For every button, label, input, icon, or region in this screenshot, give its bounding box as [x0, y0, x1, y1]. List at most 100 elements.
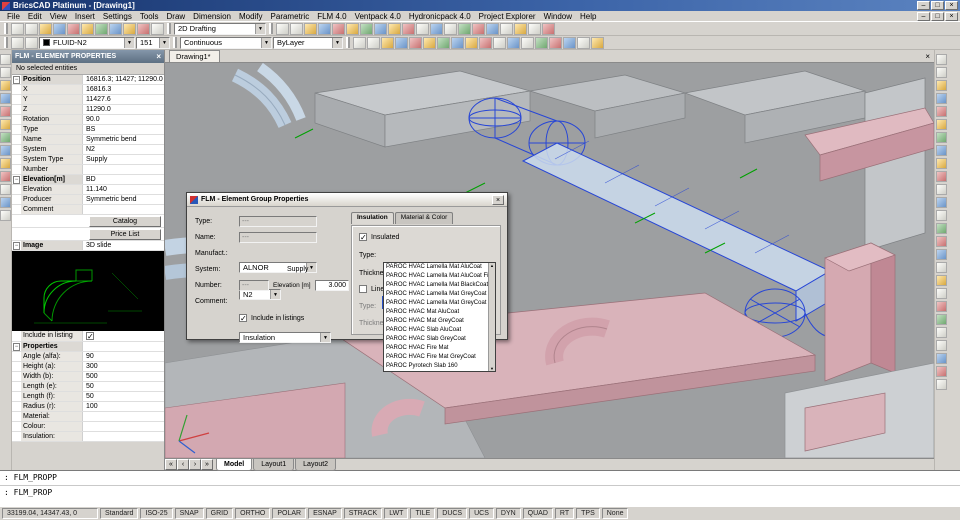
property-row[interactable]: X 16816.3: [12, 85, 164, 95]
property-row[interactable]: Length (e): 50: [12, 382, 164, 392]
duct-icon[interactable]: [936, 54, 947, 65]
save-icon[interactable]: [39, 22, 52, 35]
tool-icon[interactable]: [500, 22, 513, 35]
property-value[interactable]: Supply: [83, 155, 164, 165]
tool-icon[interactable]: [409, 36, 422, 49]
menu-item[interactable]: Dimension: [189, 11, 235, 22]
move-icon[interactable]: [0, 171, 11, 182]
property-value[interactable]: 300: [83, 362, 164, 372]
tool-icon[interactable]: [465, 36, 478, 49]
dropdown-scrollbar[interactable]: [488, 263, 495, 371]
tool-icon[interactable]: [437, 36, 450, 49]
property-row[interactable]: Producer Symmetric bend: [12, 195, 164, 205]
include-listing-checkbox[interactable]: [86, 332, 94, 340]
tool-icon[interactable]: [395, 36, 408, 49]
tool-icon[interactable]: [472, 22, 485, 35]
print-icon[interactable]: [53, 22, 66, 35]
status-toggle[interactable]: LWT: [384, 508, 409, 519]
named-view-icon[interactable]: [332, 22, 345, 35]
dropdown-option[interactable]: PAROC HVAC Mat AluCoat: [384, 308, 495, 317]
property-value[interactable]: 90.0: [83, 115, 164, 125]
include-listing-row[interactable]: Include in listing: [12, 331, 164, 342]
command-input[interactable]: : FLM_PROP: [0, 485, 960, 499]
dropdown-option[interactable]: PAROC HVAC Fire Mat: [384, 344, 495, 353]
status-toggle[interactable]: TPS: [576, 508, 600, 519]
tool-icon[interactable]: [577, 36, 590, 49]
tool-icon[interactable]: [936, 249, 947, 260]
menu-item[interactable]: Ventpack 4.0: [351, 11, 405, 22]
match-properties-icon[interactable]: [123, 22, 136, 35]
erase-icon[interactable]: [0, 210, 11, 221]
property-row[interactable]: Material:: [12, 412, 164, 422]
minimize-icon[interactable]: [917, 1, 930, 10]
menu-item[interactable]: Hydronicpack 4.0: [405, 11, 475, 22]
dialog-close-icon[interactable]: [492, 194, 504, 205]
dropdown-option[interactable]: PAROC HVAC Lamella Mat AluCoat: [384, 263, 495, 272]
status-toggle[interactable]: RT: [554, 508, 575, 519]
dimension-icon[interactable]: [0, 158, 11, 169]
property-row[interactable]: Elevation[m] BD: [12, 175, 164, 185]
property-value[interactable]: BD: [83, 175, 164, 185]
tool-icon[interactable]: [591, 36, 604, 49]
tool-icon[interactable]: [353, 36, 366, 49]
name-field[interactable]: ---: [239, 232, 317, 243]
dropdown-option[interactable]: PAROC HVAC Lamella Mat BlackCoat: [384, 281, 495, 290]
property-row[interactable]: Rotation 90.0: [12, 115, 164, 125]
previous-tab-icon[interactable]: [177, 459, 189, 470]
tool-icon[interactable]: [936, 301, 947, 312]
diffuser-icon[interactable]: [936, 145, 947, 156]
dialog-tab[interactable]: Insulation: [351, 212, 394, 224]
polyline-icon[interactable]: [0, 80, 11, 91]
new-icon[interactable]: [11, 22, 24, 35]
drawing-explorer-icon[interactable]: [360, 22, 373, 35]
zoom-icon[interactable]: [290, 22, 303, 35]
property-value[interactable]: 50: [83, 382, 164, 392]
status-toggle[interactable]: STRACK: [343, 508, 383, 519]
round-duct-icon[interactable]: [936, 119, 947, 130]
toolbar-grip[interactable]: [167, 23, 171, 34]
dropdown-option[interactable]: PAROC Pyrotech Slab 160: [384, 362, 495, 371]
property-value[interactable]: 90: [83, 352, 164, 362]
tool-icon[interactable]: [542, 22, 555, 35]
status-toggle[interactable]: GRID: [205, 508, 234, 519]
maximize-icon[interactable]: [931, 1, 944, 10]
insulated-checkbox[interactable]: [359, 233, 367, 241]
collapse-icon[interactable]: [12, 76, 21, 84]
lined-checkbox[interactable]: [359, 285, 367, 293]
first-tab-icon[interactable]: [165, 459, 177, 470]
include-listings-checkbox[interactable]: [239, 314, 247, 322]
dim-style-indicator[interactable]: ISO-25: [140, 508, 173, 519]
pink-vertical-duct[interactable]: [824, 242, 896, 382]
tool-icon[interactable]: [507, 36, 520, 49]
tool-icon[interactable]: [936, 275, 947, 286]
tool-icon[interactable]: [936, 288, 947, 299]
toolbar-grip[interactable]: [173, 37, 177, 48]
child-restore-icon[interactable]: [931, 11, 944, 21]
undo-icon[interactable]: [137, 22, 150, 35]
text-icon[interactable]: [0, 145, 11, 156]
property-row[interactable]: Height (a): 300: [12, 362, 164, 372]
property-value[interactable]: 16816.3; 11427; 11290.0: [83, 75, 164, 85]
tool-icon[interactable]: [528, 22, 541, 35]
close-icon[interactable]: [945, 1, 958, 10]
tool-icon[interactable]: [514, 22, 527, 35]
elevation-field[interactable]: 3.000: [315, 280, 349, 291]
property-value[interactable]: Symmetric bend: [83, 135, 164, 145]
property-value[interactable]: 500: [83, 372, 164, 382]
status-toggle[interactable]: SNAP: [174, 508, 204, 519]
duct-transition-icon[interactable]: [936, 93, 947, 104]
tool-icon[interactable]: [535, 36, 548, 49]
tool-icon[interactable]: [493, 36, 506, 49]
layer-settings-icon[interactable]: [11, 36, 24, 49]
property-value[interactable]: N2: [83, 145, 164, 155]
dialog-tab[interactable]: Material & Color: [394, 212, 454, 224]
tool-icon[interactable]: [936, 340, 947, 351]
dropdown-option[interactable]: PAROC HVAC Slab GreyCoat: [384, 335, 495, 344]
property-row[interactable]: Number: [12, 165, 164, 175]
layer-previous-icon[interactable]: [25, 36, 38, 49]
property-row[interactable]: Width (b): 500: [12, 372, 164, 382]
plot-preview-icon[interactable]: [67, 22, 80, 35]
redo-icon[interactable]: [151, 22, 164, 35]
child-close-icon[interactable]: [945, 11, 958, 21]
catalog-button[interactable]: Catalog: [89, 215, 161, 227]
